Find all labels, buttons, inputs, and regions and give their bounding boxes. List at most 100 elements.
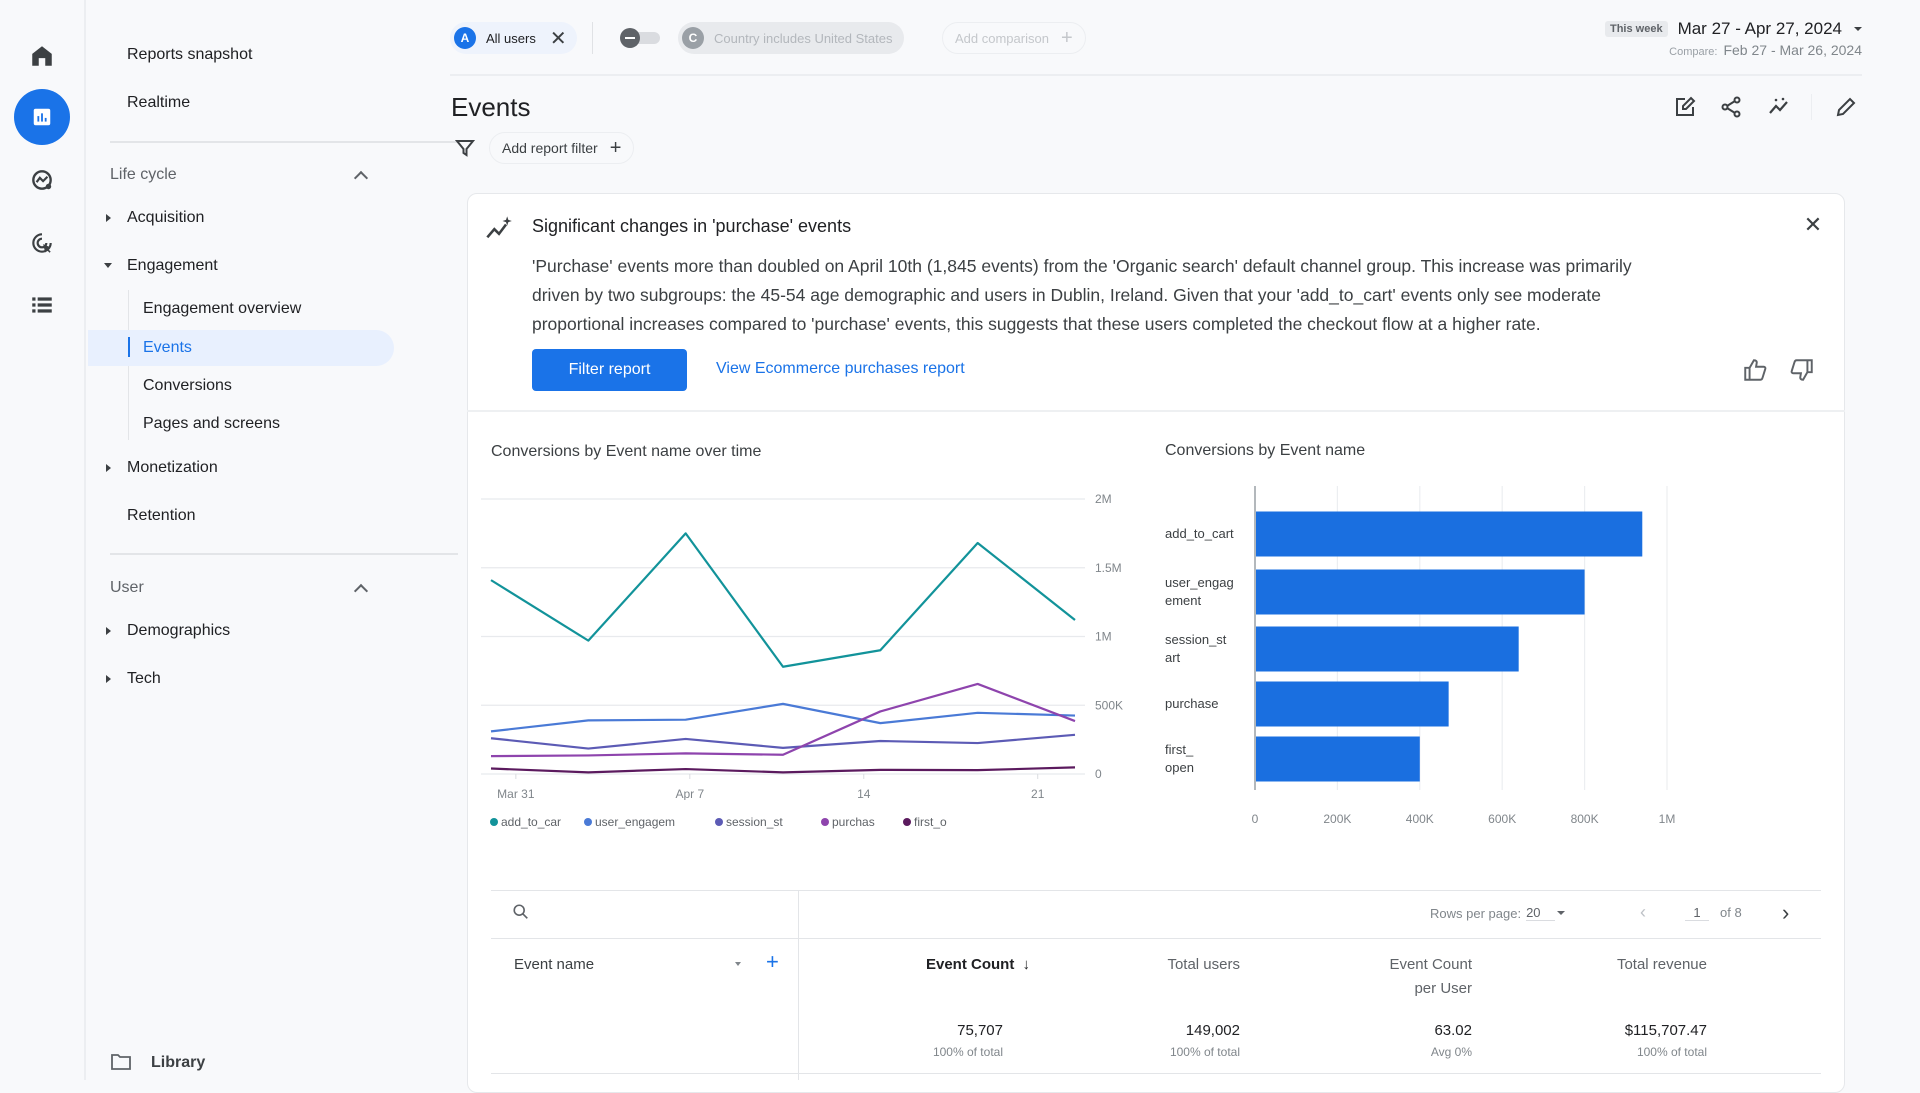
- bar-category-label: first_ open: [1165, 741, 1255, 777]
- thumbs-up-icon[interactable]: [1740, 355, 1770, 385]
- legend-item-user_engagement[interactable]: user_engagem: [584, 815, 675, 829]
- line-chart[interactable]: 0 500K 1M 1.5M 2M Mar 31 Apr 7 14 21: [480, 480, 1140, 800]
- nav-monetization[interactable]: Monetization: [127, 459, 218, 477]
- nav-realtime[interactable]: Realtime: [127, 94, 190, 112]
- bar-category-label-line: open: [1165, 760, 1194, 775]
- dropdown-arrow-icon[interactable]: [1556, 911, 1565, 915]
- table-header-divider: [491, 938, 1821, 939]
- series-line-session_start[interactable]: [490, 733, 1076, 750]
- left-rail: [0, 0, 86, 1080]
- bar-user_engagement[interactable]: [1256, 569, 1585, 615]
- nav-library[interactable]: Library: [151, 1054, 205, 1072]
- chevron-up-icon[interactable]: [353, 583, 369, 599]
- nav-conversions[interactable]: Conversions: [143, 377, 232, 395]
- configure-icon[interactable]: [22, 285, 62, 325]
- column-header-total-users[interactable]: Total users: [1090, 953, 1240, 977]
- insights-icon[interactable]: [1764, 92, 1794, 122]
- caret-right-icon: [106, 464, 111, 472]
- table-search-input[interactable]: [540, 900, 780, 926]
- column-header-event-count[interactable]: Event Count ↓: [880, 953, 1030, 977]
- rows-per-page-select[interactable]: 20: [1526, 905, 1555, 921]
- view-ecommerce-purchases-link[interactable]: View Ecommerce purchases report: [716, 360, 965, 378]
- column-header-total-revenue[interactable]: Total revenue: [1557, 953, 1707, 977]
- segment-chip-all-users[interactable]: A All users ✕: [450, 22, 577, 54]
- series-line-add_to_cart[interactable]: [490, 532, 1076, 668]
- x-tick-label: 1M: [1659, 812, 1676, 826]
- legend-item-purchase[interactable]: purchas: [821, 815, 875, 829]
- insight-body: 'Purchase' events more than doubled on A…: [532, 252, 1632, 339]
- plus-icon: +: [609, 136, 622, 159]
- legend-label: first_o: [914, 815, 947, 829]
- add-report-filter-button[interactable]: Add report filter +: [489, 132, 635, 164]
- y-tick-label: 1.5M: [1095, 561, 1122, 575]
- bar-add_to_cart[interactable]: [1256, 511, 1643, 557]
- y-tick-label: 500K: [1095, 698, 1123, 712]
- bar-category-label: add_to_cart: [1165, 525, 1255, 543]
- segment-badge: A: [454, 27, 476, 49]
- legend-item-first_open[interactable]: first_o: [903, 815, 947, 829]
- nav-tech[interactable]: Tech: [127, 670, 161, 688]
- series-line-first_open[interactable]: [490, 766, 1076, 774]
- nav-events[interactable]: Events: [143, 339, 192, 357]
- insight-sparkle-icon: [485, 214, 513, 242]
- nav-demographics[interactable]: Demographics: [127, 622, 230, 640]
- filter-icon[interactable]: [454, 138, 476, 158]
- segment-label: All users: [486, 30, 536, 46]
- x-tick-label: 800K: [1571, 812, 1599, 826]
- bar-session_start[interactable]: [1256, 626, 1519, 672]
- nav-section-user[interactable]: User: [110, 579, 144, 597]
- bar-category-label-line: purchase: [1165, 696, 1219, 711]
- advertising-icon[interactable]: [22, 223, 62, 263]
- comparison-toggle[interactable]: [620, 28, 662, 48]
- legend-item-add_to_cart[interactable]: add_to_car: [490, 815, 561, 829]
- home-icon[interactable]: [22, 36, 62, 76]
- bar-chart[interactable]: 0 200K 400K 600K 800K 1M: [1240, 480, 1800, 840]
- topbar-bottom-divider: [450, 74, 1862, 76]
- nav-acquisition[interactable]: Acquisition: [127, 209, 204, 227]
- search-icon[interactable]: [512, 903, 532, 923]
- add-dimension-plus-icon[interactable]: +: [766, 949, 779, 975]
- explore-icon[interactable]: [22, 160, 62, 200]
- date-range-picker[interactable]: This week Mar 27 - Apr 27, 2024: [1590, 19, 1862, 39]
- nav-pages-and-screens[interactable]: Pages and screens: [143, 415, 280, 433]
- compare-range-text: Feb 27 - Mar 26, 2024: [1723, 42, 1862, 58]
- series-line-purchase[interactable]: [490, 682, 1076, 758]
- column-header-event-count-per-user[interactable]: Event Count per User: [1322, 953, 1472, 1001]
- share-icon[interactable]: [1716, 92, 1746, 122]
- legend-swatch: [903, 818, 911, 826]
- customize-report-pencil-icon[interactable]: [1831, 92, 1861, 122]
- next-page-icon[interactable]: ›: [1782, 900, 1789, 926]
- thumbs-down-icon[interactable]: [1787, 355, 1817, 385]
- close-icon[interactable]: ✕: [550, 26, 567, 51]
- series-line-user_engagement[interactable]: [490, 702, 1076, 733]
- comparison-label: Country includes United States: [714, 30, 893, 46]
- bar-first_open[interactable]: [1256, 736, 1420, 782]
- nav-engagement[interactable]: Engagement: [127, 257, 218, 275]
- caret-right-icon: [106, 627, 111, 635]
- folder-icon: [111, 1053, 131, 1070]
- page-number-input[interactable]: 1: [1685, 905, 1709, 921]
- edit-comparison-icon[interactable]: [1670, 92, 1700, 122]
- close-insight-icon[interactable]: ✕: [1800, 212, 1826, 238]
- bar-purchase[interactable]: [1256, 681, 1449, 727]
- x-tick-label: 0: [1252, 812, 1259, 826]
- prev-page-icon[interactable]: ‹: [1640, 902, 1646, 923]
- bar-category-label-line: user_engag: [1165, 575, 1234, 590]
- legend-item-session_start[interactable]: session_st: [715, 815, 783, 829]
- nav-events-indicator: [128, 337, 130, 357]
- comparison-chip-country[interactable]: C Country includes United States: [678, 22, 905, 54]
- nav-section-lifecycle[interactable]: Life cycle: [110, 166, 177, 184]
- reports-icon[interactable]: [14, 89, 70, 145]
- plus-icon: +: [1060, 26, 1073, 49]
- add-comparison-button[interactable]: Add comparison +: [942, 22, 1086, 54]
- chevron-up-icon[interactable]: [353, 170, 369, 186]
- dimension-dropdown-icon[interactable]: [735, 962, 741, 966]
- nav-retention[interactable]: Retention: [127, 507, 196, 525]
- filter-report-button[interactable]: Filter report: [532, 349, 687, 391]
- nav-reports-snapshot[interactable]: Reports snapshot: [127, 46, 252, 64]
- event-count-per-user-sub: Avg 0%: [1430, 1045, 1472, 1059]
- table-column-divider: [798, 890, 799, 1080]
- nav-engagement-overview[interactable]: Engagement overview: [143, 300, 301, 318]
- column-header-event-name[interactable]: Event name: [514, 953, 594, 977]
- bar-category-label: purchase: [1165, 695, 1255, 713]
